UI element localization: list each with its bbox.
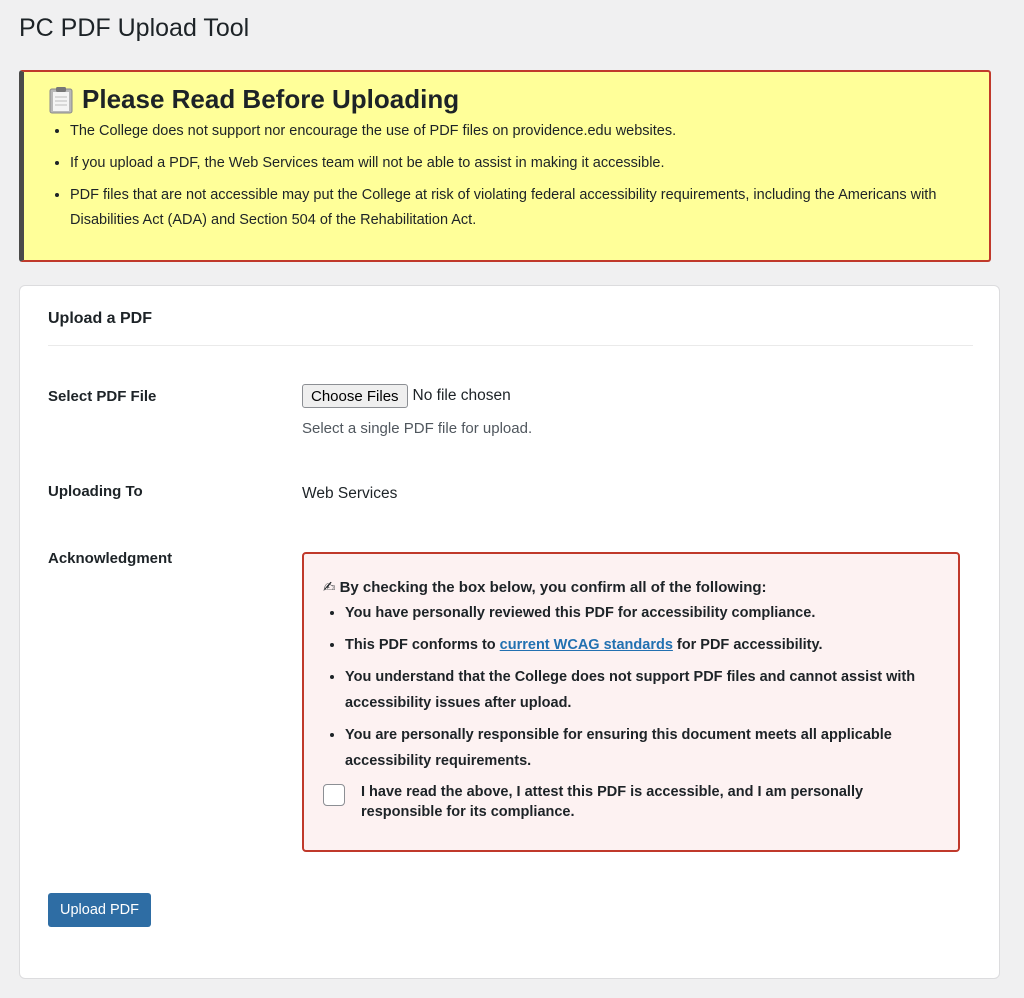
wcag-item-after: for PDF accessibility. xyxy=(672,637,823,653)
notice-item: PDF files that are not accessible may pu… xyxy=(70,183,969,233)
select-file-label: Select PDF File xyxy=(48,388,157,405)
file-status: No file chosen xyxy=(412,387,511,404)
notice-item: The College does not support nor encoura… xyxy=(70,119,969,144)
file-input[interactable]: Choose Files No file chosen xyxy=(302,384,511,408)
acknowledgment-heading-text: By checking the box below, you confirm a… xyxy=(339,578,767,596)
attest-row: I have read the above, I attest this PDF… xyxy=(323,782,938,822)
uploading-to-label: Uploading To xyxy=(48,483,143,500)
acknowledgment-item-wcag: This PDF conforms to current WCAG standa… xyxy=(345,632,938,658)
clipboard-icon xyxy=(48,86,74,114)
acknowledgment-label: Acknowledgment xyxy=(48,550,173,567)
notice-heading: Please Read Before Uploading xyxy=(48,84,969,115)
attest-label[interactable]: I have read the above, I attest this PDF… xyxy=(361,782,938,822)
wcag-standards-link[interactable]: current WCAG standards xyxy=(500,637,673,653)
acknowledgment-list: You have personally reviewed this PDF fo… xyxy=(323,600,938,774)
upload-pdf-button[interactable]: Upload PDF xyxy=(48,893,151,927)
choose-files-button[interactable]: Choose Files xyxy=(302,384,408,408)
upload-form-card: Upload a PDF Select PDF File Choose File… xyxy=(19,285,1000,979)
writing-hand-icon: ✍ xyxy=(323,579,336,596)
notice-list: The College does not support nor encoura… xyxy=(48,119,969,233)
acknowledgment-item: You are personally responsible for ensur… xyxy=(345,722,938,774)
form-title: Upload a PDF xyxy=(48,310,153,327)
notice-heading-text: Please Read Before Uploading xyxy=(82,84,460,114)
acknowledgment-heading: ✍ By checking the box below, you confirm… xyxy=(323,578,938,597)
notice-item: If you upload a PDF, the Web Services te… xyxy=(70,151,969,176)
acknowledgment-box: ✍ By checking the box below, you confirm… xyxy=(302,552,960,852)
attest-checkbox[interactable] xyxy=(323,784,345,806)
wcag-item-before: This PDF conforms to xyxy=(345,637,500,653)
divider xyxy=(48,345,973,346)
acknowledgment-item: You have personally reviewed this PDF fo… xyxy=(345,600,938,626)
acknowledgment-item: You understand that the College does not… xyxy=(345,664,938,716)
page-title: PC PDF Upload Tool xyxy=(19,14,250,42)
file-help-text: Select a single PDF file for upload. xyxy=(302,420,533,437)
uploading-to-value: Web Services xyxy=(302,485,398,502)
warning-notice: Please Read Before Uploading The College… xyxy=(19,70,991,262)
